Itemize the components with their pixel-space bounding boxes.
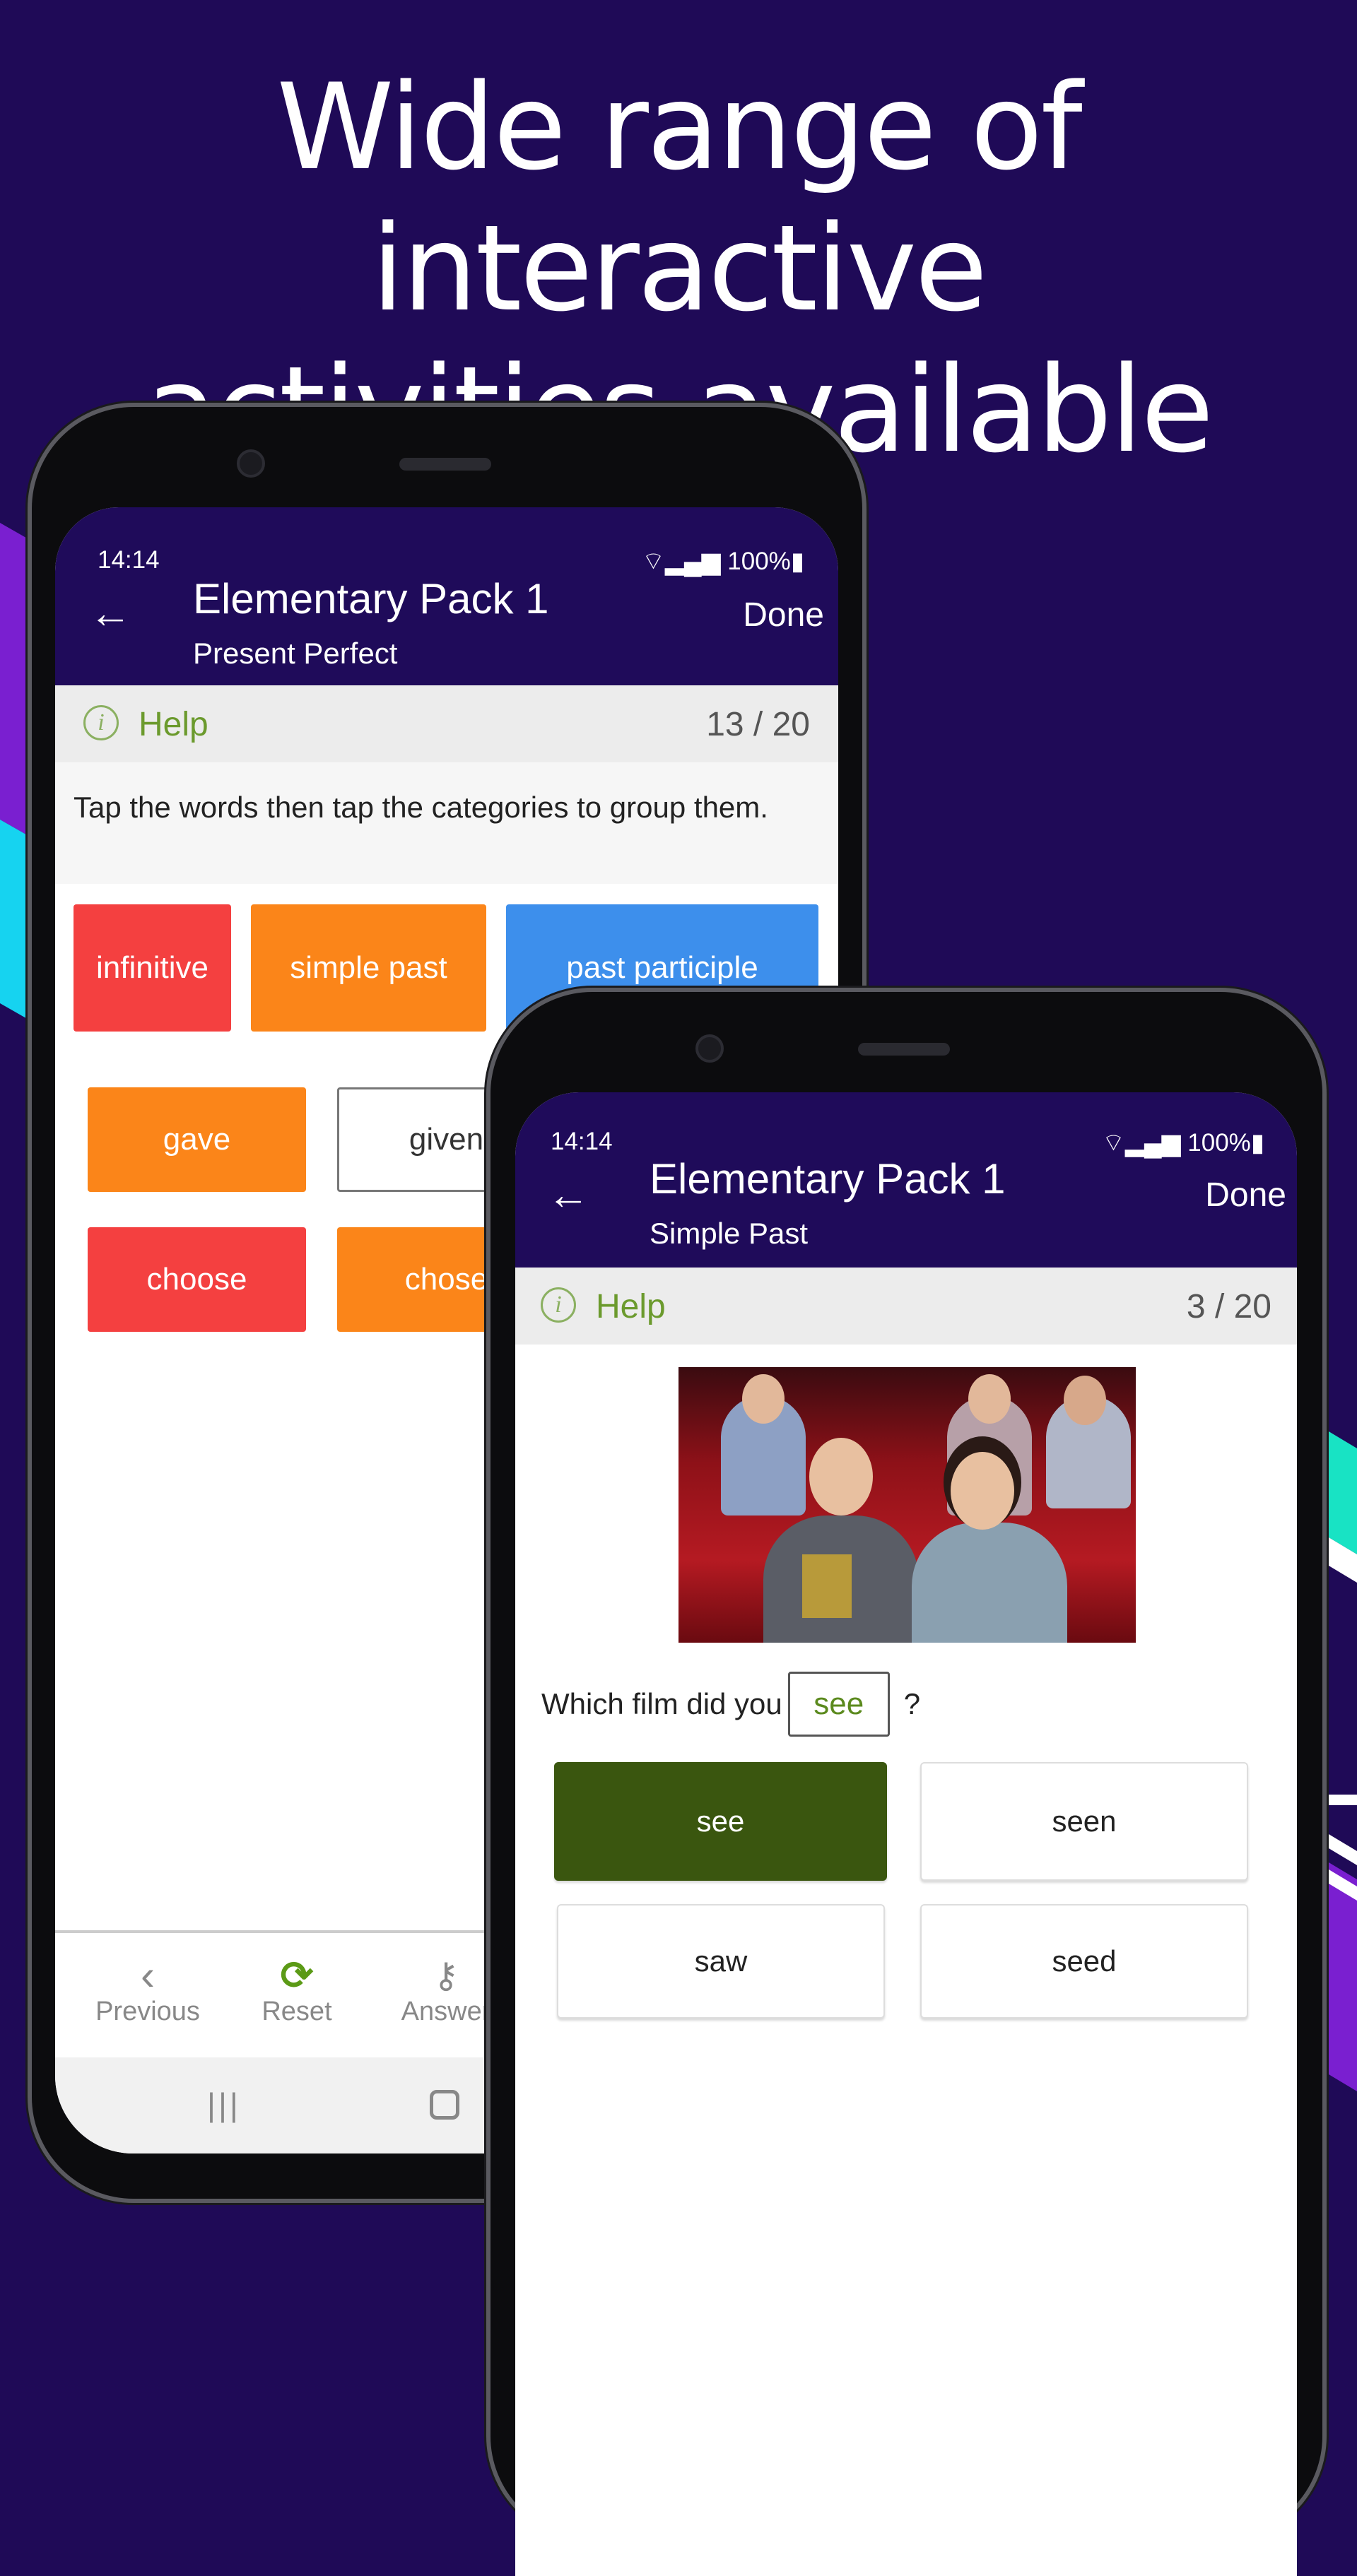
question-end: ? — [903, 1687, 921, 1720]
previous-label: Previous — [95, 1997, 200, 2026]
answer-seen[interactable]: seen — [920, 1762, 1248, 1881]
answer-saw[interactable]: saw — [557, 1904, 885, 2019]
wifi-icon: ⌔ — [642, 548, 665, 575]
status-time: 14:14 — [98, 546, 160, 574]
reset-label: Reset — [262, 1997, 332, 2026]
battery-icon: ▮ — [790, 548, 805, 575]
category-infinitive[interactable]: infinitive — [74, 904, 231, 1032]
phone-2-screen: 14:14 ⌔▂▄▆ 100%▮ ← Elementary Pack 1 Sim… — [515, 1092, 1297, 2576]
previous-button[interactable]: ‹ Previous — [77, 1954, 218, 2027]
battery-level: 100% — [727, 548, 791, 575]
status-time: 14:14 — [551, 1128, 613, 1155]
speaker — [858, 1043, 950, 1056]
instruction: Tap the words then tap the categories to… — [55, 762, 838, 884]
category-simple-past[interactable]: simple past — [251, 904, 486, 1032]
app-subtitle: Present Perfect — [193, 637, 398, 670]
word-gave[interactable]: gave — [88, 1087, 306, 1192]
arrow-left-icon[interactable]: ← — [89, 589, 131, 637]
help-button[interactable]: Help — [596, 1287, 666, 1326]
status-icons: ⌔▂▄▆ 100%▮ — [1102, 1128, 1264, 1159]
word-choose[interactable]: choose — [88, 1227, 306, 1332]
cinema-audience-photo — [678, 1367, 1136, 1643]
app-title: Elementary Pack 1 — [650, 1155, 1006, 1203]
done-button[interactable]: Done — [743, 596, 824, 634]
help-bar: i Help 13 / 20 — [55, 685, 838, 762]
answer-seed[interactable]: seed — [920, 1904, 1248, 2019]
app-title: Elementary Pack 1 — [193, 575, 549, 622]
wifi-icon: ⌔ — [1102, 1129, 1125, 1157]
chevron-left-icon: ‹ — [141, 1951, 155, 1999]
question-text: Which film did you — [541, 1687, 782, 1720]
info-icon[interactable]: i — [83, 705, 119, 740]
status-icons: ⌔▂▄▆ 100%▮ — [642, 546, 804, 577]
answer-blank[interactable]: see — [787, 1672, 890, 1737]
battery-level: 100% — [1187, 1129, 1251, 1157]
app-bar: 14:14 ⌔▂▄▆ 100%▮ ← Elementary Pack 1 Pre… — [55, 507, 838, 685]
info-icon[interactable]: i — [541, 1287, 576, 1323]
camera — [695, 1034, 724, 1063]
camera — [237, 449, 265, 478]
speaker — [399, 458, 491, 471]
signal-icon: ▂▄▆ — [1124, 1129, 1181, 1157]
reset-icon: ⟳ — [280, 1953, 314, 1997]
answer-see[interactable]: see — [554, 1762, 887, 1881]
arrow-left-icon[interactable]: ← — [547, 1170, 589, 1219]
app-subtitle: Simple Past — [650, 1217, 809, 1250]
signal-icon: ▂▄▆ — [664, 548, 721, 575]
done-button[interactable]: Done — [1205, 1176, 1286, 1215]
question-counter: 3 / 20 — [1186, 1288, 1271, 1325]
question-counter: 13 / 20 — [706, 706, 810, 743]
help-button[interactable]: Help — [139, 705, 208, 744]
help-bar: i Help 3 / 20 — [515, 1268, 1297, 1345]
recents-icon[interactable]: ||| — [207, 2086, 241, 2124]
headline-line1: Wide range of interactive — [276, 58, 1082, 338]
app-bar: 14:14 ⌔▂▄▆ 100%▮ ← Elementary Pack 1 Sim… — [515, 1092, 1297, 1268]
question: Which film did you see ? — [541, 1672, 920, 1737]
home-icon[interactable] — [430, 2090, 459, 2120]
battery-icon: ▮ — [1250, 1129, 1265, 1157]
phone-2: 14:14 ⌔▂▄▆ 100%▮ ← Elementary Pack 1 Sim… — [486, 988, 1327, 2576]
reset-button[interactable]: ⟳ Reset — [226, 1954, 368, 2027]
